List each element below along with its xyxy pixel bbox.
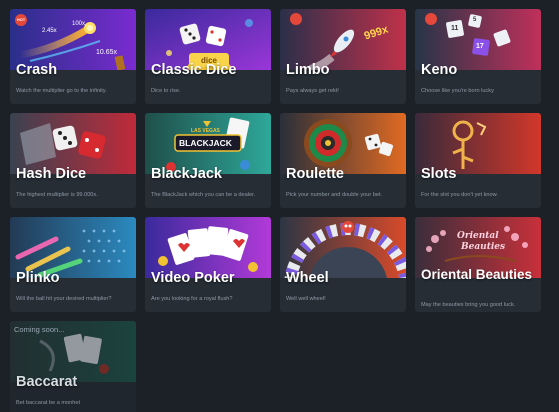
- keno-number-2: 5: [473, 17, 477, 23]
- roulette-art: [280, 113, 406, 174]
- game-title: Oriental Beauties: [421, 268, 539, 282]
- game-description: Choose like you're born lucky: [421, 88, 494, 94]
- game-title: Plinko: [16, 270, 60, 286]
- multiplier-label-1: 2.45x: [42, 28, 57, 34]
- crash-art: HOT 2.45x 100x 10.65x: [10, 9, 136, 70]
- game-card-slots[interactable]: Slots For the slot you don't yet know.: [415, 113, 541, 208]
- game-card-video-poker[interactable]: Video Poker Are you looking for a royal …: [145, 217, 271, 312]
- game-card-keno[interactable]: 11 5 17 Keno Choose like you're born luc…: [415, 9, 541, 104]
- game-description: Are you looking for a royal flush?: [151, 296, 233, 302]
- game-description: The BlackJack which you can be a dealer.: [151, 192, 256, 198]
- game-title: Roulette: [286, 166, 344, 182]
- game-description: May the beauties bring you good luck.: [421, 302, 516, 308]
- game-description: For the slot you don't yet know.: [421, 192, 498, 198]
- plinko-art: [10, 217, 136, 278]
- game-description: Dice to rise.: [151, 88, 181, 94]
- game-description: Watch the multiplier go to the infinity.: [16, 88, 107, 94]
- classic-dice-art: dice: [145, 9, 271, 70]
- game-card-limbo[interactable]: 999x Limbo Pays always get rekt!: [280, 9, 406, 104]
- games-grid: HOT 2.45x 100x 10.65x Crash Watch the mu…: [10, 9, 541, 412]
- keno-art: 11 5 17: [415, 9, 541, 70]
- game-title: Keno: [421, 62, 458, 78]
- blackjack-art: LAS VEGAS BLACKJACK: [145, 113, 271, 174]
- video-poker-art: [145, 217, 271, 278]
- game-title: Slots: [421, 166, 457, 182]
- slots-art: [415, 113, 541, 174]
- oriental-logo-top: Oriental: [457, 231, 499, 241]
- las-vegas-label: LAS VEGAS: [191, 128, 220, 134]
- game-title: BlackJack: [151, 166, 222, 182]
- game-title: Video Poker: [151, 270, 235, 286]
- game-card-wheel[interactable]: Wheel Well well wheel!: [280, 217, 406, 312]
- blackjack-logo-label: BLACKJACK: [179, 138, 232, 148]
- hash-dice-art: [10, 113, 136, 174]
- game-description: The highest multiplier is 99.000x.: [16, 192, 98, 198]
- game-card-oriental-beauties[interactable]: Oriental Beauties Oriental Beauties May …: [415, 217, 541, 312]
- hot-badge: HOT: [15, 14, 27, 26]
- game-card-crash[interactable]: HOT 2.45x 100x 10.65x Crash Watch the mu…: [10, 9, 136, 104]
- coming-soon-label: Coming soon...: [14, 325, 65, 334]
- game-card-baccarat[interactable]: Coming soon... Baccarat Bet baccarat be …: [10, 321, 136, 412]
- game-card-hash-dice[interactable]: Hash Dice The highest multiplier is 99.0…: [10, 113, 136, 208]
- game-description: Will the ball hit your desired multiplie…: [16, 296, 112, 302]
- wheel-art: [280, 217, 406, 278]
- game-title: Classic Dice: [151, 62, 237, 78]
- game-title: Limbo: [286, 62, 330, 78]
- game-card-classic-dice[interactable]: dice Classic Dice Dice to rise.: [145, 9, 271, 104]
- multiplier-label-2: 100x: [72, 21, 86, 27]
- game-title-text: Oriental Beauties: [421, 267, 533, 282]
- coming-soon-overlay: [10, 321, 136, 412]
- limbo-art: 999x: [280, 9, 406, 70]
- game-description: Well well wheel!: [286, 296, 326, 302]
- game-card-plinko[interactable]: Plinko Will the ball hit your desired mu…: [10, 217, 136, 312]
- game-description: Pays always get rekt!: [286, 88, 339, 94]
- game-card-roulette[interactable]: Roulette Pick your number and double you…: [280, 113, 406, 208]
- keno-number-3: 17: [476, 43, 484, 50]
- oriental-logo-bottom: Beauties: [461, 242, 506, 252]
- keno-number-1: 11: [451, 25, 459, 32]
- game-title: Hash Dice: [16, 166, 87, 182]
- game-card-blackjack[interactable]: LAS VEGAS BLACKJACK BlackJack The BlackJ…: [145, 113, 271, 208]
- game-title: Baccarat: [16, 374, 78, 390]
- game-title: Wheel: [286, 270, 329, 286]
- game-title: Crash: [16, 62, 58, 78]
- multiplier-label-3: 10.65x: [96, 49, 118, 56]
- game-description: Pick your number and double your bet.: [286, 192, 383, 198]
- game-description: Bet baccarat be a monhet: [16, 400, 81, 406]
